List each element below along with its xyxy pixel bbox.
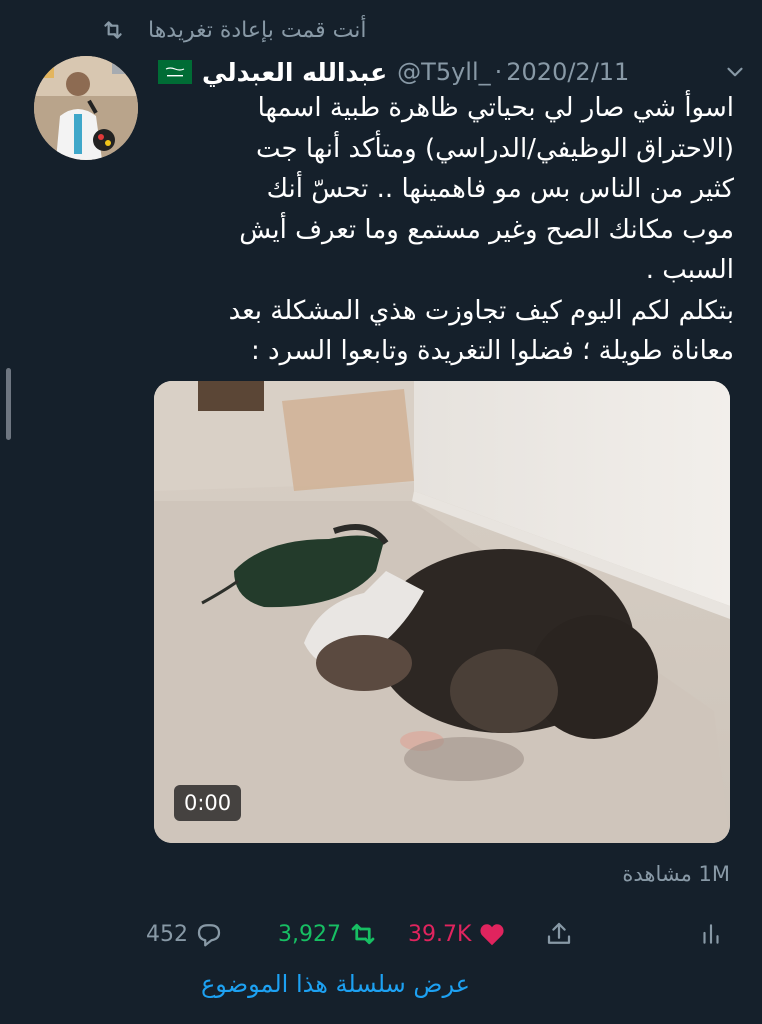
tweet-actions: 452 3,927 39.7K <box>140 912 740 956</box>
scroll-indicator[interactable] <box>6 368 11 440</box>
tweet-line: اسوأ شي صار لي بحياتي ظاهرة طبية اسمها <box>257 93 734 123</box>
tweet-date[interactable]: 2020/2/11 <box>506 58 629 86</box>
video-player[interactable]: 0:00 <box>154 381 730 843</box>
retweet-count: 3,927 <box>278 921 341 947</box>
like-button[interactable]: 39.7K <box>408 912 507 956</box>
avatar-image <box>34 56 138 160</box>
retweet-header-text: أنت قمت بإعادة تغريدها <box>148 17 367 43</box>
avatar[interactable] <box>34 56 138 160</box>
video-thumbnail <box>154 381 730 843</box>
show-thread-link[interactable]: عرض سلسلة هذا الموضوع <box>150 970 470 998</box>
retweet-active-icon <box>351 923 375 945</box>
author-handle[interactable]: @T5yll_ <box>397 58 490 86</box>
tweet-line: (الاحتراق الوظيفي/الدراسي) ومتأكد أنها ج… <box>255 133 734 164</box>
video-duration: 0:00 <box>174 785 242 821</box>
view-count: 1M مشاهدة <box>622 862 730 886</box>
retweet-button[interactable]: 3,927 <box>278 912 379 956</box>
chevron-down-icon[interactable] <box>722 59 748 85</box>
author-display-name[interactable]: عبدالله العبدلي <box>202 58 387 87</box>
saudi-flag-icon <box>158 60 192 84</box>
like-count: 39.7K <box>408 921 472 947</box>
reply-button[interactable]: 452 <box>146 912 224 956</box>
tweet-line: بتكلم لكم اليوم كيف تجاوزت هذي المشكلة ب… <box>228 295 734 326</box>
share-icon <box>547 922 571 944</box>
analytics-icon <box>703 924 719 944</box>
share-button[interactable] <box>544 912 574 956</box>
analytics-button[interactable] <box>698 912 724 956</box>
reply-icon <box>197 924 221 947</box>
reply-count: 452 <box>146 921 188 947</box>
tweet-line: كثير من الناس بس مو فاهمينها .. تحسّ أنك <box>266 174 734 204</box>
heart-icon <box>480 924 505 946</box>
tweet-text: اسوأ شي صار لي بحياتي ظاهرة طبية اسمها (… <box>156 88 734 372</box>
meta-separator: · <box>494 58 503 86</box>
retweet-icon <box>104 21 122 39</box>
tweet-line: موب مكانك الصح وغير مستمع وما تعرف أيش <box>239 214 734 245</box>
tweet-author-line: عبدالله العبدلي @T5yll_ · 2020/2/11 <box>158 52 748 92</box>
tweet-line: معاناة طويلة ؛ فضلوا التغريدة وتابعوا ال… <box>251 336 734 366</box>
tweet-line: السبب . <box>645 255 734 285</box>
retweet-header: أنت قمت بإعادة تغريدها <box>100 10 420 50</box>
